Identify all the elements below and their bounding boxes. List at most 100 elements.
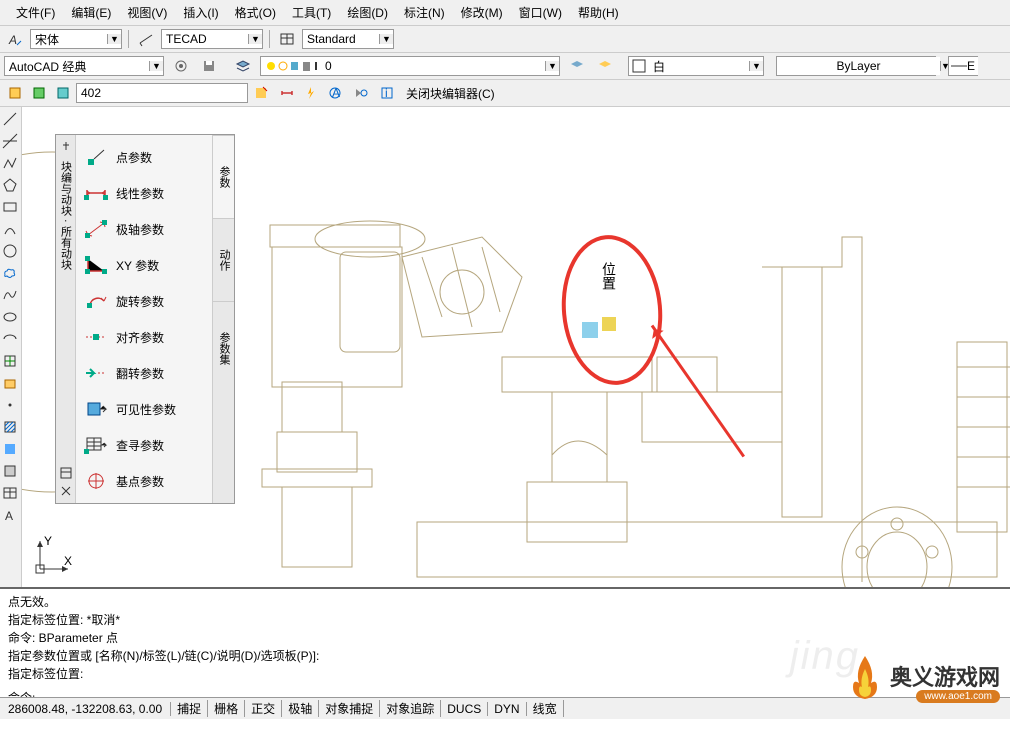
region-icon[interactable]: [0, 461, 20, 481]
arc-icon[interactable]: [0, 219, 20, 239]
ellipse-icon[interactable]: [0, 307, 20, 327]
pin-icon[interactable]: [58, 139, 74, 155]
chevron-down-icon[interactable]: ▼: [749, 61, 763, 71]
block-icon[interactable]: [0, 373, 20, 393]
hatch-icon[interactable]: [0, 417, 20, 437]
ducs-toggle[interactable]: DUCS: [441, 702, 488, 716]
gear-icon[interactable]: [170, 55, 192, 77]
dimstyle-input[interactable]: [162, 30, 248, 48]
menu-format[interactable]: 格式(O): [227, 2, 284, 23]
action-icon[interactable]: [300, 82, 322, 104]
textstyle-icon[interactable]: A: [4, 28, 26, 50]
param-flip[interactable]: 翻转参数: [76, 355, 212, 391]
linetype-input[interactable]: [777, 57, 940, 75]
point-icon[interactable]: [0, 395, 20, 415]
polygon-icon[interactable]: [0, 175, 20, 195]
workspace-input[interactable]: [5, 57, 149, 75]
menu-insert[interactable]: 插入(I): [175, 2, 226, 23]
menu-dimension[interactable]: 标注(N): [396, 2, 453, 23]
close-icon[interactable]: [58, 483, 74, 499]
tablestyle-combo[interactable]: ▼: [302, 29, 394, 49]
param-xy[interactable]: XY 参数: [76, 247, 212, 283]
menu-help[interactable]: 帮助(H): [570, 2, 627, 23]
param-alignment[interactable]: 对齐参数: [76, 319, 212, 355]
param-point[interactable]: 点参数: [76, 139, 212, 175]
menu-edit[interactable]: 编辑(E): [63, 2, 119, 23]
circle-icon[interactable]: [0, 241, 20, 261]
chevron-down-icon[interactable]: ▼: [545, 61, 559, 71]
tab-paramsets[interactable]: 参数集: [213, 301, 234, 395]
param-polar[interactable]: 极轴参数: [76, 211, 212, 247]
mtext-icon[interactable]: A: [0, 505, 20, 525]
linetype-combo[interactable]: ▼: [776, 56, 936, 76]
menu-file[interactable]: 文件(F): [8, 2, 63, 23]
param-lookup[interactable]: 查寻参数: [76, 427, 212, 463]
lwt-toggle[interactable]: 线宽: [527, 700, 564, 717]
grid-toggle[interactable]: 栅格: [208, 700, 245, 717]
authoring-icon[interactable]: [250, 82, 272, 104]
block-name-combo[interactable]: [76, 83, 248, 103]
menu-window[interactable]: 窗口(W): [511, 2, 570, 23]
font-input[interactable]: [31, 30, 107, 48]
rectangle-icon[interactable]: [0, 197, 20, 217]
param-basepoint[interactable]: 基点参数: [76, 463, 212, 499]
menu-modify[interactable]: 修改(M): [453, 2, 511, 23]
layer-combo[interactable]: ▼: [260, 56, 560, 76]
tab-parameters[interactable]: 参数: [213, 135, 234, 218]
spline-icon[interactable]: [0, 285, 20, 305]
table-icon[interactable]: [0, 483, 20, 503]
bsave-icon[interactable]: [28, 82, 50, 104]
xy-param-icon: [84, 255, 108, 275]
tab-actions[interactable]: 动作: [213, 218, 234, 301]
tablestyle-input[interactable]: [303, 30, 379, 48]
menu-draw[interactable]: 绘图(D): [339, 2, 396, 23]
polar-toggle[interactable]: 极轴: [282, 700, 319, 717]
tablestyle-icon[interactable]: [276, 28, 298, 50]
chevron-down-icon[interactable]: ▼: [379, 34, 393, 44]
chevron-down-icon[interactable]: ▼: [149, 61, 163, 71]
dyn-toggle[interactable]: DYN: [488, 702, 526, 716]
block-authoring-palette[interactable]: 块编与动块 · 所有动块 点参数 线性参数 极轴参数 XY 参数 旋转参数 对齐…: [55, 134, 235, 504]
layer-prev-icon[interactable]: [594, 55, 616, 77]
layer-input[interactable]: [321, 57, 545, 75]
coordinates-display[interactable]: 286008.48, -132208.63, 0.00: [0, 702, 171, 716]
param-linear[interactable]: 线性参数: [76, 175, 212, 211]
xline-icon[interactable]: [0, 131, 20, 151]
revcloud-icon[interactable]: [0, 263, 20, 283]
param-visibility[interactable]: 可见性参数: [76, 391, 212, 427]
lineweight-combo[interactable]: E: [948, 56, 978, 76]
pline-icon[interactable]: [0, 153, 20, 173]
layer-state-icon[interactable]: [566, 55, 588, 77]
ortho-toggle[interactable]: 正交: [245, 700, 282, 717]
param-rotation[interactable]: 旋转参数: [76, 283, 212, 319]
otrack-toggle[interactable]: 对象追踪: [380, 700, 441, 717]
save-icon[interactable]: [198, 55, 220, 77]
osnap-toggle[interactable]: 对象捕捉: [319, 700, 380, 717]
info-icon[interactable]: i: [376, 82, 398, 104]
ellipsearc-icon[interactable]: [0, 329, 20, 349]
workspace-combo[interactable]: ▼: [4, 56, 164, 76]
font-combo[interactable]: ▼: [30, 29, 122, 49]
line-icon[interactable]: [0, 109, 20, 129]
close-block-editor-button[interactable]: 关闭块编辑器(C): [400, 83, 501, 104]
insert-icon[interactable]: [0, 351, 20, 371]
chevron-down-icon[interactable]: ▼: [107, 34, 121, 44]
color-input[interactable]: [649, 57, 749, 75]
bsaveas-icon[interactable]: [52, 82, 74, 104]
dimstyle-combo[interactable]: ▼: [161, 29, 263, 49]
gradient-icon[interactable]: [0, 439, 20, 459]
chevron-down-icon[interactable]: ▼: [248, 34, 262, 44]
palette-title: 块编与动块 · 所有动块: [58, 157, 74, 463]
menu-tools[interactable]: 工具(T): [284, 2, 339, 23]
param-icon[interactable]: [276, 82, 298, 104]
visibility-icon[interactable]: [350, 82, 372, 104]
block-name-input[interactable]: [77, 84, 247, 102]
color-combo[interactable]: ▼: [628, 56, 764, 76]
layer-icon[interactable]: [232, 55, 254, 77]
bedit-icon[interactable]: [4, 82, 26, 104]
props-icon[interactable]: [58, 465, 74, 481]
menu-view[interactable]: 视图(V): [119, 2, 175, 23]
dimstyle-icon[interactable]: [135, 28, 157, 50]
attdef-icon[interactable]: A: [324, 82, 346, 104]
snap-toggle[interactable]: 捕捉: [171, 700, 208, 717]
